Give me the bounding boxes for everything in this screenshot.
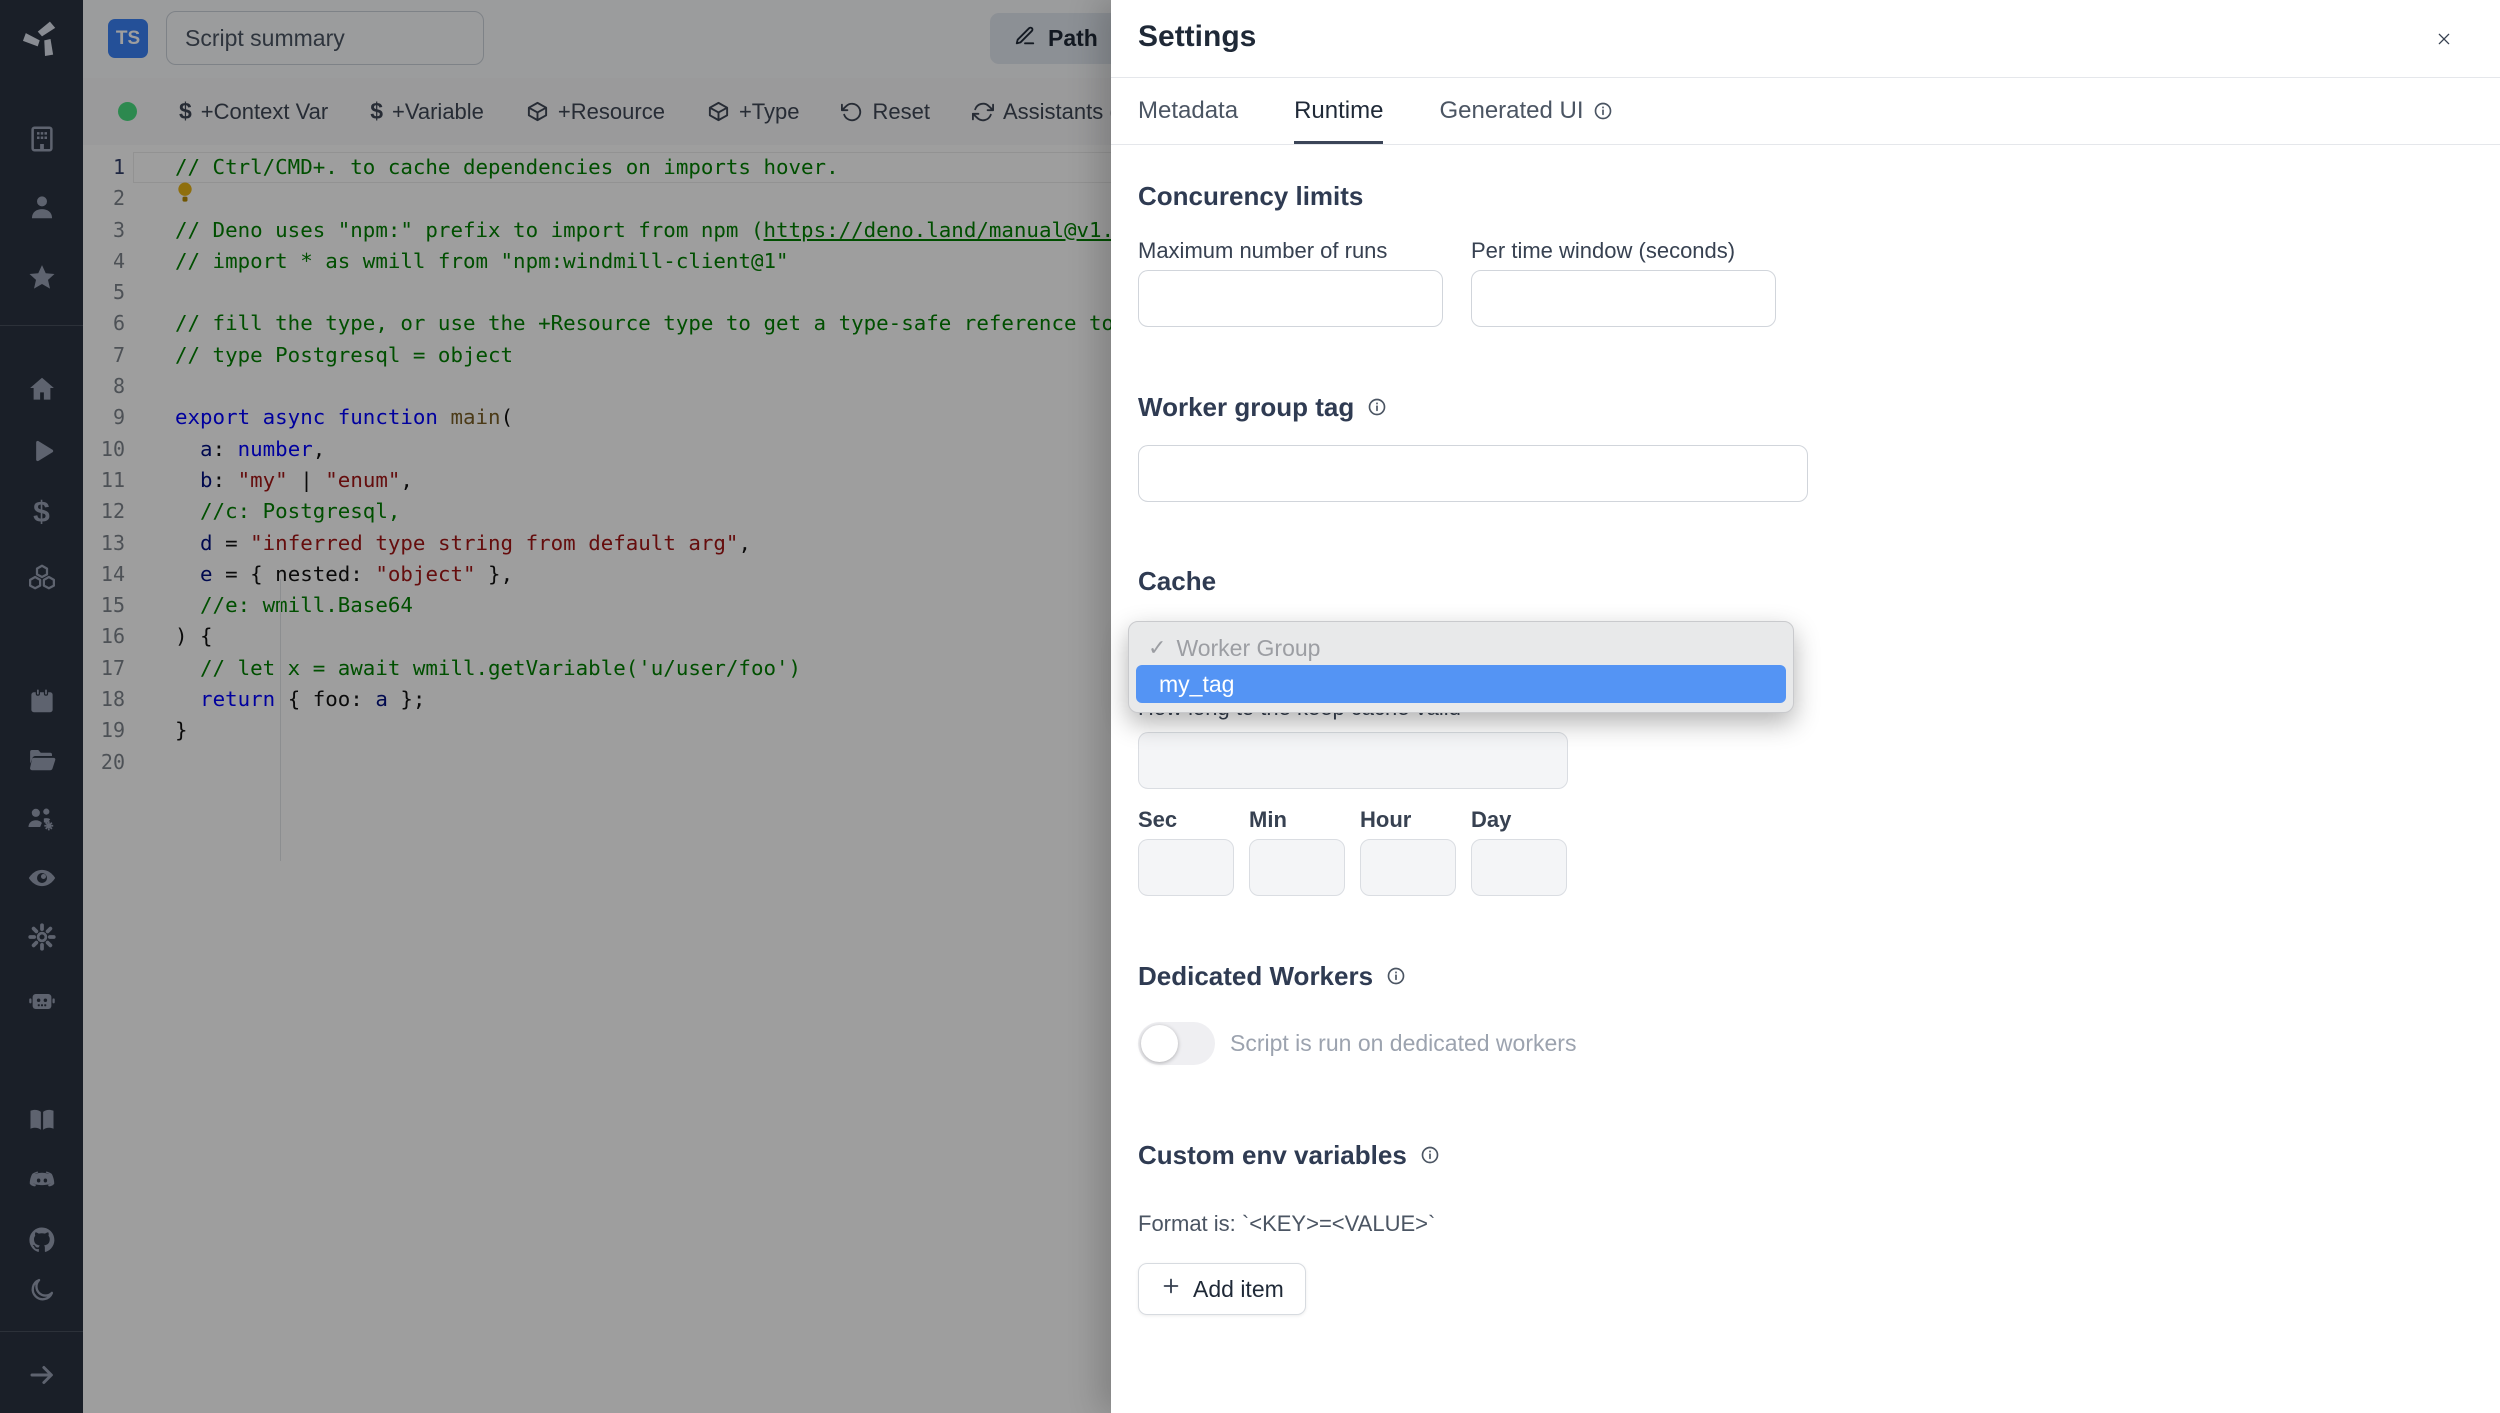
min-label: Min <box>1249 807 1287 832</box>
tab-metadata[interactable]: Metadata <box>1138 78 1238 144</box>
tab-runtime-label: Runtime <box>1294 97 1384 124</box>
dropdown-option-my-tag[interactable]: my_tag <box>1136 665 1786 703</box>
cache-duration-input <box>1138 732 1568 789</box>
tab-metadata-label: Metadata <box>1138 97 1239 124</box>
dedicated-workers-heading-label: Dedicated Workers <box>1138 961 1374 991</box>
plus-icon <box>1160 1275 1182 1303</box>
day-input <box>1471 839 1567 896</box>
hour-input <box>1360 839 1456 896</box>
min-input <box>1249 839 1345 896</box>
drawer-title: Settings <box>1138 20 1257 53</box>
settings-drawer: Settings Metadata Runtime Generated UI C… <box>1111 0 2500 1413</box>
worker-group-select[interactable] <box>1138 445 1808 502</box>
dedicated-workers-heading: Dedicated Workers <box>1138 960 2473 992</box>
check-icon: ✓ <box>1148 635 1167 660</box>
env-format-hint: Format is: `<KEY>=<VALUE>` <box>1138 1211 1436 1236</box>
worker-group-dropdown: ✓ Worker Group my_tag <box>1128 621 1794 713</box>
toggle-knob <box>1141 1025 1178 1062</box>
concurrency-heading: Concurency limits <box>1138 181 1364 211</box>
runtime-panel: Concurency limits Maximum number of runs… <box>1111 180 2500 1315</box>
dropdown-option-label: Worker Group <box>1176 634 1321 661</box>
info-icon[interactable] <box>1593 101 1613 121</box>
add-item-label: Add item <box>1193 1275 1284 1302</box>
max-runs-label: Maximum number of runs <box>1138 238 1388 263</box>
tab-generated-ui-label: Generated UI <box>1439 97 1584 124</box>
max-runs-input[interactable] <box>1138 270 1443 327</box>
day-label: Day <box>1471 807 1512 832</box>
cache-heading: Cache <box>1138 566 1217 596</box>
worker-group-heading: Worker group tag <box>1138 391 2473 423</box>
dropdown-option-worker-group[interactable]: ✓ Worker Group <box>1136 631 1786 665</box>
hour-label: Hour <box>1360 807 1412 832</box>
info-icon[interactable] <box>1420 1145 1440 1165</box>
dedicated-workers-toggle-label: Script is run on dedicated workers <box>1230 1030 1577 1056</box>
sec-label: Sec <box>1138 807 1178 832</box>
worker-group-heading-label: Worker group tag <box>1138 392 1355 422</box>
time-window-input[interactable] <box>1471 270 1776 327</box>
time-window-label: Per time window (seconds) <box>1471 238 1736 263</box>
info-icon[interactable] <box>1386 966 1406 986</box>
dropdown-option-label: my_tag <box>1159 670 1235 697</box>
tab-runtime[interactable]: Runtime <box>1294 78 1384 144</box>
info-icon[interactable] <box>1367 397 1387 417</box>
sec-input <box>1138 839 1234 896</box>
custom-env-heading-label: Custom env variables <box>1138 1140 1407 1170</box>
tab-generated-ui[interactable]: Generated UI <box>1439 78 1612 144</box>
add-item-button[interactable]: Add item <box>1138 1263 1306 1315</box>
drawer-header: Settings <box>1111 0 2500 78</box>
close-icon[interactable] <box>2430 25 2458 53</box>
custom-env-heading: Custom env variables <box>1138 1139 2473 1171</box>
dedicated-workers-toggle[interactable] <box>1138 1022 1215 1065</box>
drawer-tabs: Metadata Runtime Generated UI <box>1111 78 2500 145</box>
